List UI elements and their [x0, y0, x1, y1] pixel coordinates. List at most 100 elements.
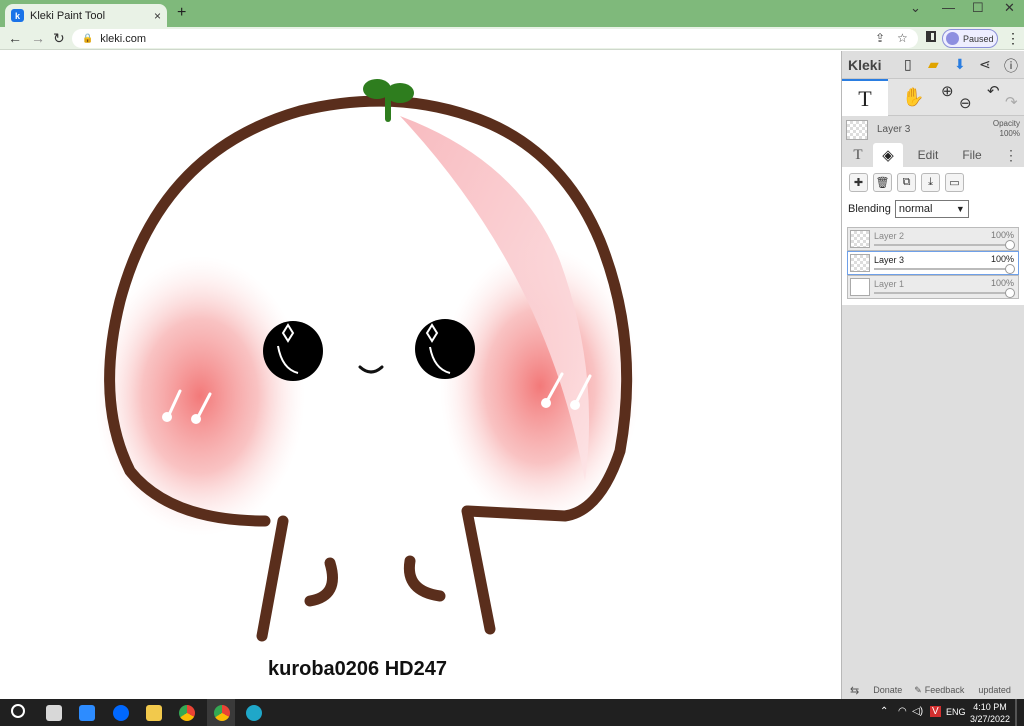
start-button-icon[interactable] — [11, 704, 25, 718]
chrome-icon[interactable] — [179, 705, 195, 721]
layer-name: Layer 2 — [874, 231, 905, 241]
tool-row: T ✋ ⊕ ⊖ ↶ ↷ — [842, 78, 1024, 116]
share-icon[interactable]: ⋖ — [979, 56, 991, 73]
tab-file[interactable]: File — [956, 143, 988, 167]
browser-tab[interactable]: k Kleki Paint Tool × — [5, 4, 167, 27]
delete-layer-button[interactable]: 🗑 — [873, 173, 892, 192]
layer-opacity: 100% — [990, 254, 1014, 264]
import-folder-icon[interactable]: ▰ — [928, 56, 939, 73]
tab-search-icon[interactable]: ⌄ — [910, 0, 921, 16]
panel-footer: ⇆ Donate ✎ Feedback updated — [842, 681, 1024, 699]
layer-opacity-knob[interactable] — [1005, 240, 1015, 250]
layer-opacity: 100% — [990, 278, 1014, 288]
drawing-canvas[interactable]: kuroba0206 HD247 — [0, 51, 841, 699]
browser-menu-button[interactable]: ⋮ — [1006, 30, 1020, 47]
wifi-icon[interactable]: ◠ — [898, 706, 907, 717]
tab-title: Kleki Paint Tool — [30, 9, 106, 22]
zalo-app-icon[interactable] — [113, 705, 129, 721]
zoom-in-icon[interactable]: ⊕ — [941, 82, 954, 100]
right-arm — [403, 555, 446, 602]
language-indicator[interactable]: ENG — [946, 707, 966, 717]
forward-button[interactable]: → — [31, 30, 45, 46]
text-tool-label: T — [858, 85, 872, 111]
share-icon[interactable]: ⇪ — [875, 31, 885, 45]
file-explorer-icon[interactable] — [146, 705, 162, 721]
layer-opacity-slider[interactable] — [874, 244, 1012, 246]
vietkey-icon[interactable]: V — [930, 706, 941, 717]
chrome-icon[interactable] — [214, 705, 230, 721]
tab-text-tool[interactable]: T — [846, 143, 870, 167]
bookmark-star-icon[interactable]: ☆ — [897, 31, 908, 45]
add-layer-button[interactable]: ✚ — [849, 173, 868, 192]
active-layer-name: Layer 3 — [877, 124, 911, 135]
kleki-header: Kleki ▯ ▰ ⬇ ⋖ ⓘ — [842, 51, 1024, 78]
chevron-up-icon[interactable]: ⌃ — [880, 706, 888, 717]
layer-thumbnail — [850, 254, 870, 272]
browser-toolbar: ← → ↻ 🔒 kleki.com ⇪ ☆ Paused ⋮ — [0, 27, 1024, 50]
signature-text: kuroba0206 HD247 — [268, 658, 447, 680]
new-image-icon[interactable]: ▯ — [904, 56, 912, 73]
text-tool-button[interactable]: T — [842, 79, 888, 116]
feedback-link[interactable]: Feedback — [925, 685, 965, 695]
tab-more[interactable]: ⋮ — [1002, 143, 1020, 167]
blending-select[interactable]: normal ▼ — [894, 200, 969, 218]
volume-icon[interactable]: ◁) — [912, 706, 923, 717]
layer-name: Layer 1 — [874, 279, 905, 289]
duplicate-layer-button[interactable]: ⧉ — [897, 173, 916, 192]
right-leg — [461, 505, 496, 635]
address-bar[interactable]: 🔒 kleki.com ⇪ ☆ — [72, 29, 918, 48]
donate-link[interactable]: Donate — [873, 685, 902, 695]
maximize-button[interactable]: ☐ — [972, 0, 984, 16]
profile-button[interactable]: Paused — [942, 29, 998, 48]
clock[interactable]: 4:10 PM 3/27/2022 — [968, 701, 1012, 725]
undo-icon[interactable]: ↶ — [987, 82, 1000, 100]
kleki-side-panel: Kleki ▯ ▰ ⬇ ⋖ ⓘ T ✋ ⊕ ⊖ ↶ ↷ Layer 3 Opac… — [841, 51, 1024, 699]
show-desktop-button[interactable] — [1015, 699, 1017, 726]
new-tab-button[interactable]: + — [177, 4, 186, 22]
layer-row[interactable]: Layer 2 100% — [847, 227, 1019, 251]
layer-opacity-slider[interactable] — [874, 268, 1012, 270]
layers-icon: ◈ — [882, 147, 894, 164]
left-leg — [256, 515, 289, 642]
updated-link[interactable]: updated — [978, 685, 1011, 695]
layer-opacity: 100% — [990, 230, 1014, 240]
layer-opacity-slider[interactable] — [874, 292, 1012, 294]
merge-layer-button[interactable]: ⤓ — [921, 173, 940, 192]
tab-layers[interactable]: ◈ — [873, 143, 903, 167]
redo-icon[interactable]: ↷ — [1005, 93, 1018, 111]
back-button[interactable]: ← — [8, 30, 22, 46]
close-window-button[interactable]: ✕ — [1004, 0, 1015, 16]
layer-row[interactable]: Layer 1 100% — [847, 275, 1019, 299]
edge-icon[interactable] — [246, 705, 262, 721]
layer-opacity-knob[interactable] — [1005, 264, 1015, 274]
reload-button[interactable]: ↻ — [53, 30, 65, 47]
help-icon[interactable]: ⓘ — [1004, 56, 1018, 76]
sprout-leaf-right — [386, 83, 414, 103]
lock-icon: 🔒 — [82, 33, 94, 43]
mouth — [358, 365, 384, 374]
app-icon[interactable] — [46, 705, 62, 721]
active-layer-info: Layer 3 Opacity 100% — [842, 116, 1024, 143]
tab-close-icon[interactable]: × — [154, 9, 161, 23]
hand-tool-icon[interactable]: ✋ — [902, 87, 924, 108]
layer-opacity-knob[interactable] — [1005, 288, 1015, 298]
layer-name: Layer 3 — [874, 255, 905, 265]
rename-layer-button[interactable]: ▭ — [945, 173, 964, 192]
swap-side-icon[interactable]: ⇆ — [850, 684, 859, 697]
left-arm — [304, 557, 338, 607]
opacity-label: Opacity — [992, 119, 1020, 128]
layer-row-selected[interactable]: Layer 3 100% — [847, 251, 1019, 275]
download-icon[interactable]: ⬇ — [954, 56, 966, 73]
zoom-out-icon[interactable]: ⊖ — [959, 94, 972, 112]
browser-titlebar: k Kleki Paint Tool × + ⌄ — ☐ ✕ — [0, 0, 1024, 27]
layer-thumbnail — [850, 230, 870, 248]
right-eye — [415, 319, 475, 379]
side-panel-icon[interactable] — [926, 31, 936, 42]
url-text: kleki.com — [100, 32, 147, 45]
tab-edit[interactable]: Edit — [910, 143, 946, 167]
zoom-app-icon[interactable] — [79, 705, 95, 721]
minimize-button[interactable]: — — [942, 0, 955, 16]
profile-status: Paused — [963, 33, 994, 44]
blending-row: Blending normal ▼ — [842, 197, 1024, 221]
blending-label: Blending — [848, 203, 891, 215]
